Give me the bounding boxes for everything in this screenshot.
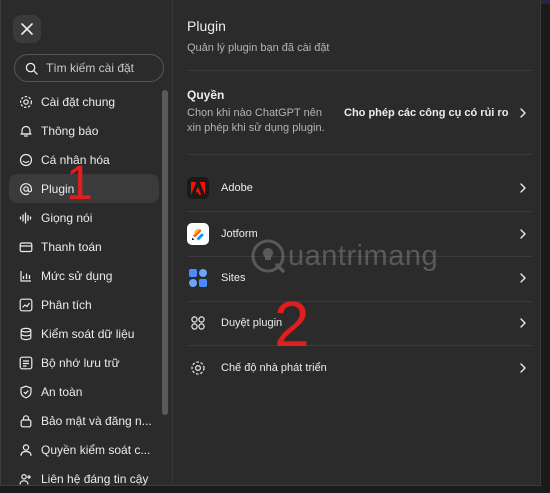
at-icon <box>19 182 33 196</box>
chevron-right-icon <box>520 108 526 118</box>
close-icon <box>21 23 33 35</box>
gear-icon <box>19 95 33 109</box>
grid-icon <box>187 312 209 334</box>
annotation-1: 1 <box>66 157 93 210</box>
search-field[interactable] <box>14 54 164 82</box>
bell-icon <box>19 124 33 138</box>
plugin-label: Adobe <box>221 182 253 194</box>
chevron-right-icon <box>517 317 529 329</box>
chevron-right-icon <box>517 182 529 194</box>
chevron-right-icon <box>517 228 529 240</box>
permission-select[interactable]: Cho phép các công cụ có rủi ro ... <box>344 105 529 121</box>
contacts-icon <box>19 472 33 486</box>
sidebar-item-label: Bộ nhớ lưu trữ <box>41 355 120 370</box>
search-input[interactable] <box>44 60 158 76</box>
shield-icon <box>19 385 33 399</box>
sidebar-item-label: Bảo mật và đăng n... <box>41 413 152 428</box>
sidebar-item-data-controls[interactable]: Kiểm soát dữ liệu <box>9 319 159 348</box>
page-title: Plugin <box>187 18 226 34</box>
page-subtitle: Quản lý plugin bạn đã cài đặt <box>187 42 330 54</box>
memory-icon <box>19 356 33 370</box>
browse-plugins-row[interactable]: Duyệt plugin <box>187 301 532 345</box>
sidebar-item-label: Giọng nói <box>41 210 93 225</box>
watermark-logo-icon <box>251 239 285 273</box>
usage-icon <box>19 269 33 283</box>
adobe-logo-icon <box>187 177 209 199</box>
developer-mode-row[interactable]: Chế độ nhà phát triển <box>187 346 532 390</box>
plugin-label: Chế độ nhà phát triển <box>221 362 327 374</box>
plugin-row-adobe[interactable]: Adobe <box>187 166 532 210</box>
search-icon <box>25 62 38 75</box>
sidebar-item-label: Quyền kiểm soát c... <box>41 442 151 457</box>
annotation-2: 2 <box>274 288 310 360</box>
sidebar-item-billing[interactable]: Thanh toán <box>9 232 159 261</box>
sidebar-item-security[interactable]: Bảo mật và đăng n... <box>9 406 159 435</box>
sidebar-item-trusted-contacts[interactable]: Liên hệ đáng tin cậy <box>9 464 159 493</box>
watermark: uantrimang <box>250 238 438 274</box>
sidebar-item-label: Mức sử dụng <box>41 268 113 283</box>
waveform-icon <box>19 211 33 225</box>
sidebar-item-usage[interactable]: Mức sử dụng <box>9 261 159 290</box>
divider <box>187 70 532 71</box>
permission-label: Quyền <box>187 88 225 102</box>
sidebar-item-label: Thanh toán <box>41 239 102 254</box>
sidebar-item-memory[interactable]: Bộ nhớ lưu trữ <box>9 348 159 377</box>
watermark-text: uantrimang <box>288 239 439 272</box>
sidebar-item-label: Liên hệ đáng tin cậy <box>41 471 149 486</box>
sidebar-item-label: Cài đặt chung <box>41 94 116 109</box>
permission-value: Cho phép các công cụ có rủi ro ... <box>344 107 511 119</box>
divider <box>187 154 532 155</box>
close-button[interactable] <box>13 15 41 43</box>
lock-icon <box>19 414 33 428</box>
sites-logo-icon <box>187 267 209 289</box>
chevron-right-icon <box>517 362 529 374</box>
sidebar-item-general[interactable]: Cài đặt chung <box>9 87 159 116</box>
plugin-label: Duyệt plugin <box>221 317 283 329</box>
card-icon <box>19 240 33 254</box>
jotform-logo-icon <box>187 223 209 245</box>
sidebar-item-label: Thông báo <box>41 123 99 138</box>
sidebar-item-safety[interactable]: An toàn <box>9 377 159 406</box>
personalize-icon <box>19 153 33 167</box>
gear-icon <box>187 357 209 379</box>
permission-description: Chọn khi nào ChatGPT nên xin phép khi sử… <box>187 107 325 134</box>
sidebar-item-label: Kiểm soát dữ liệu <box>41 326 135 341</box>
chart-icon <box>19 298 33 312</box>
settings-nav: Cài đặt chung Thông báo Cá nhân hóa Plug… <box>9 87 159 493</box>
settings-sidebar: Cài đặt chung Thông báo Cá nhân hóa Plug… <box>1 0 173 486</box>
sidebar-item-notifications[interactable]: Thông báo <box>9 116 159 145</box>
sidebar-item-parental-controls[interactable]: Quyền kiểm soát c... <box>9 435 159 464</box>
sidebar-item-label: Phân tích <box>41 297 92 312</box>
chevron-right-icon <box>517 272 529 284</box>
sidebar-item-label: An toàn <box>41 384 83 399</box>
database-icon <box>19 327 33 341</box>
sidebar-item-analytics[interactable]: Phân tích <box>9 290 159 319</box>
person-icon <box>19 443 33 457</box>
sidebar-scrollbar[interactable] <box>162 90 168 415</box>
